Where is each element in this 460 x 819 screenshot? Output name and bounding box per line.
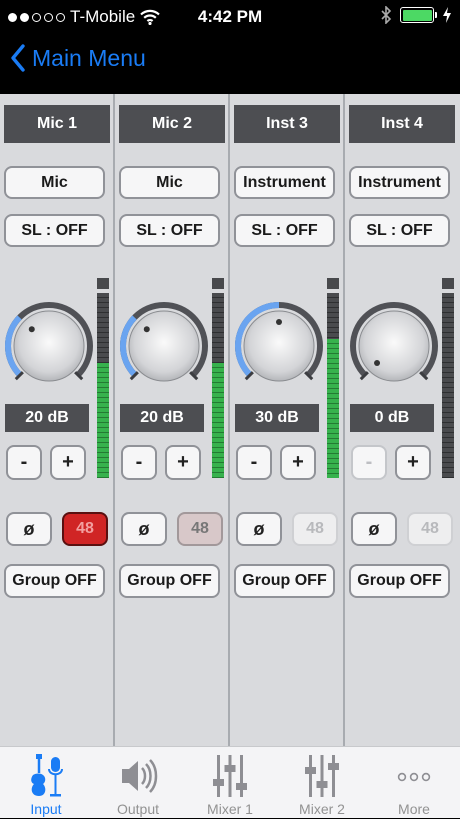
phantom-power-button[interactable]: 48 [407,512,453,546]
channel-strip: Mic 1 Mic SL : OFF 20 dB - + ø 48 Group … [0,94,115,746]
navigation-bar: Main Menu [0,34,460,94]
guitar-mic-icon [31,754,63,797]
input-type-button[interactable]: Mic [4,166,105,199]
phase-invert-button[interactable]: ø [121,512,167,546]
gain-increase-button[interactable]: + [280,445,316,480]
gain-decrease-button[interactable]: - [351,445,387,480]
phase-invert-button[interactable]: ø [236,512,282,546]
level-meter [210,278,226,478]
gain-knob[interactable] [347,299,441,393]
chevron-left-icon [11,44,25,72]
phantom-power-button[interactable]: 48 [177,512,223,546]
status-bar: T-Mobile 4:42 PM [0,0,460,34]
tab-input[interactable]: Input [0,747,92,819]
tab-bar: Input Output Mixer 1 Mixer 2 More [0,746,460,818]
tab-output[interactable]: Output [92,747,184,819]
faders-icon [213,755,247,797]
back-label: Main Menu [32,44,146,71]
level-meter [95,278,111,478]
channel-name: Inst 4 [349,105,455,143]
battery-icon [400,7,437,23]
gain-readout: 20 dB [120,404,204,432]
tab-label: Input [30,801,62,817]
knob-indicator [276,319,282,325]
group-button[interactable]: Group OFF [234,564,335,598]
tab-label: More [398,801,430,817]
faders-icon [305,755,339,797]
bluetooth-icon [381,6,392,24]
channel-strip: Mic 2 Mic SL : OFF 20 dB - + ø 48 Group … [115,94,230,746]
input-type-button[interactable]: Instrument [234,166,335,199]
gain-decrease-button[interactable]: - [6,445,42,480]
knob-indicator [143,326,150,333]
input-type-button[interactable]: Mic [119,166,220,199]
gain-decrease-button[interactable]: - [236,445,272,480]
input-mixer: Mic 1 Mic SL : OFF 20 dB - + ø 48 Group … [0,94,460,746]
channel-name: Mic 1 [4,105,110,143]
more-icon [397,772,431,782]
channel-strip: Inst 3 Instrument SL : OFF 30 dB - + ø 4… [230,94,345,746]
group-button[interactable]: Group OFF [349,564,450,598]
gain-increase-button[interactable]: + [395,445,431,480]
channel-name: Mic 2 [119,105,225,143]
input-type-button[interactable]: Instrument [349,166,450,199]
gain-knob[interactable] [2,299,96,393]
sl-toggle-button[interactable]: SL : OFF [349,214,450,247]
phantom-power-button[interactable]: 48 [292,512,338,546]
phase-invert-button[interactable]: ø [6,512,52,546]
gain-decrease-button[interactable]: - [121,445,157,480]
phase-invert-button[interactable]: ø [351,512,397,546]
channel-name: Inst 3 [234,105,340,143]
tab-mixer-1[interactable]: Mixer 1 [184,747,276,819]
tab-mixer-2[interactable]: Mixer 2 [276,747,368,819]
gain-increase-button[interactable]: + [165,445,201,480]
tab-label: Mixer 1 [207,801,253,817]
back-button[interactable]: Main Menu [10,44,146,72]
sl-toggle-button[interactable]: SL : OFF [119,214,220,247]
knob-indicator [28,326,35,333]
gain-readout: 30 dB [235,404,319,432]
charging-icon [443,7,451,23]
knob-indicator [374,359,381,366]
tab-label: Output [116,801,160,817]
sl-toggle-button[interactable]: SL : OFF [234,214,335,247]
level-meter [325,278,341,478]
gain-increase-button[interactable]: + [50,445,86,480]
gain-readout: 0 dB [350,404,434,432]
gain-readout: 20 dB [5,404,89,432]
sl-toggle-button[interactable]: SL : OFF [4,214,105,247]
channel-strip: Inst 4 Instrument SL : OFF 0 dB - + ø 48… [345,94,460,746]
tab-label: Mixer 2 [299,801,345,817]
phantom-power-button[interactable]: 48 [62,512,108,546]
tab-more[interactable]: More [368,747,460,819]
group-button[interactable]: Group OFF [119,564,220,598]
group-button[interactable]: Group OFF [4,564,105,598]
gain-knob[interactable] [117,299,211,393]
gain-knob[interactable] [232,299,326,393]
speaker-icon [122,759,158,793]
level-meter [440,278,456,478]
